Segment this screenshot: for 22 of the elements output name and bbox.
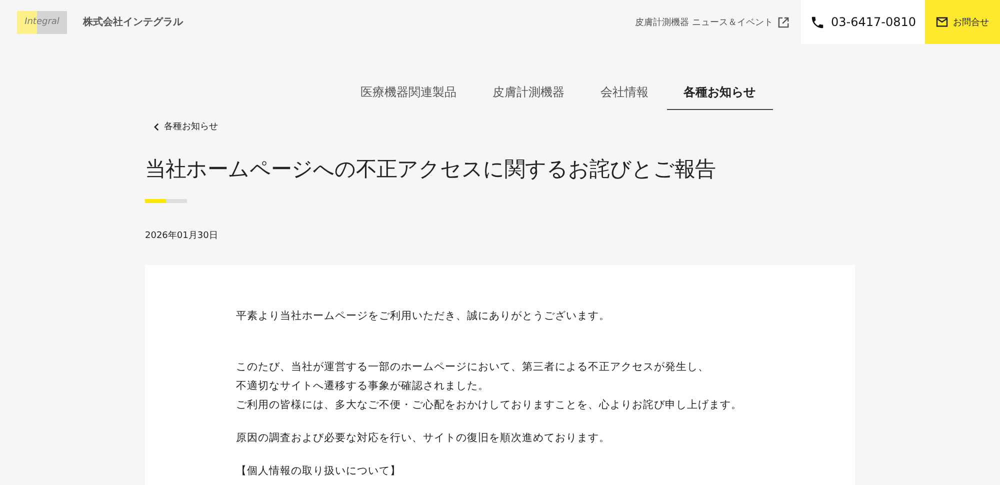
phone-icon xyxy=(810,14,825,30)
article-title: 当社ホームページへの不正アクセスに関するお詫びとご報告 xyxy=(145,156,716,183)
article-text-line: 不適切なサイトへ遷移する事象が確認されました。 xyxy=(236,379,489,394)
news-link[interactable]: 皮膚計測機器 ニュース＆イベント xyxy=(635,0,789,44)
article-text-line: ご利用の皆様には、多大なご不便・ご心配をおかけしておりますことを、心よりお詫び申し上げます。 xyxy=(236,398,742,413)
company-name: 株式会社インテグラル xyxy=(83,16,183,29)
contact-button[interactable]: お問合せ xyxy=(925,0,1000,44)
article-date: 2026年01月30日 xyxy=(145,230,219,242)
article-text-line: このたび、当社が運営する一部のホームページにおいて、第三者による不正アクセスが発生し、 xyxy=(236,360,709,375)
nav-tab[interactable]: 皮膚計測機器 xyxy=(474,78,582,110)
article-text-line: 平素より当社ホームページをご利用いただき、誠にありがとうございます。 xyxy=(236,309,610,324)
back-link[interactable]: 各種お知らせ xyxy=(154,120,855,133)
nav-tab[interactable]: 各種お知らせ xyxy=(666,78,772,110)
phone-number: 03-6417-0810 xyxy=(830,15,916,29)
nav-tab[interactable]: 医療機器関連製品 xyxy=(342,78,474,110)
nav-tab[interactable]: 会社情報 xyxy=(582,78,666,110)
external-link-icon xyxy=(778,16,789,28)
title-accent-bar xyxy=(145,199,187,203)
article-text-line: 【個人情報の取り扱いについて】 xyxy=(236,464,401,479)
chevron-left-icon xyxy=(154,122,159,130)
article-text-line: 原因の調査および必要な対応を行い、サイトの復旧を順次進めております。 xyxy=(236,431,610,446)
mail-icon xyxy=(936,17,948,27)
